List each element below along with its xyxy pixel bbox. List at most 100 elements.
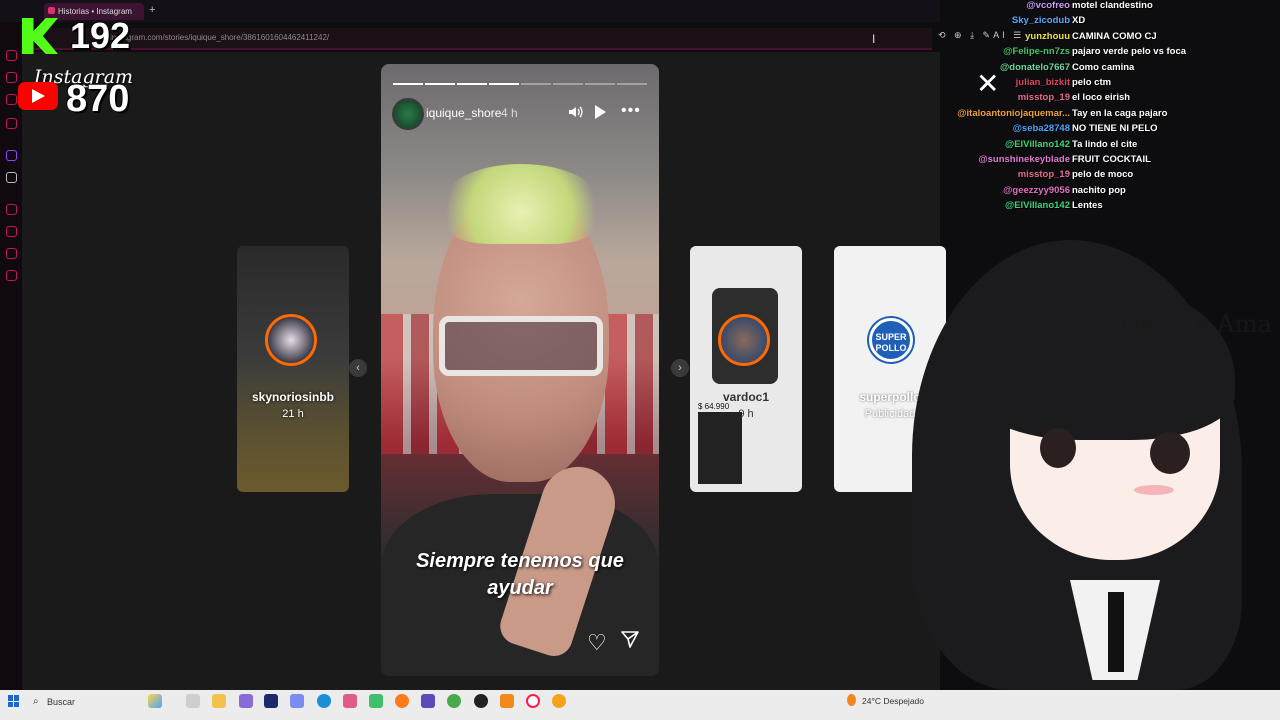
chat-username: misstop_19 xyxy=(1017,169,1070,181)
heart-icon[interactable]: ♡ xyxy=(587,630,607,656)
text-cursor-icon: I xyxy=(872,32,876,46)
chat-text: motel clandestino xyxy=(1072,0,1153,11)
sidebar-twitch-icon[interactable] xyxy=(6,150,17,161)
chat-username: @ElVillano142 xyxy=(1004,200,1070,212)
avatar[interactable] xyxy=(392,98,424,130)
chat-username: @vcofreo xyxy=(1026,0,1070,11)
avatar xyxy=(718,314,770,366)
vegas-icon[interactable] xyxy=(264,694,278,708)
story-progress-segment xyxy=(521,83,551,85)
chrome-icon[interactable] xyxy=(447,694,461,708)
file-explorer-icon[interactable] xyxy=(212,694,226,708)
chat-text: FRUIT COCKTAIL xyxy=(1072,154,1151,165)
vtuber-blush xyxy=(1134,485,1174,495)
story-card-time: 21 h xyxy=(282,408,304,420)
opera-icon[interactable] xyxy=(526,694,540,708)
chat-message: misstop_19 pelo de moco xyxy=(920,169,1280,184)
firefox-icon[interactable] xyxy=(395,694,409,708)
weather-label: 24°C Despejado xyxy=(862,696,924,706)
green-hair xyxy=(441,164,601,244)
product-header xyxy=(696,252,796,272)
youtube-play-icon xyxy=(32,89,45,103)
chat-message: Sky_zicodub XD xyxy=(920,15,1280,30)
story-card-vardoc1[interactable]: vardoc1 $ 64.990 9 h xyxy=(690,246,802,492)
product-list xyxy=(698,412,742,484)
story-username[interactable]: iquique_shore xyxy=(426,106,501,120)
chat-message: misstop_19 el loco eirish xyxy=(920,92,1280,107)
more-options-icon[interactable]: ••• xyxy=(621,102,641,120)
story-progress-segment xyxy=(489,83,519,85)
story-progress-segment xyxy=(553,83,583,85)
chat-message: @vcofreo motel clandestino xyxy=(920,0,1280,15)
chat-text: Ta lindo el cite xyxy=(1072,138,1138,150)
app-icon[interactable] xyxy=(500,694,514,708)
caption-line: Siempre tenemos que xyxy=(416,550,624,572)
sidebar-settings-icon[interactable] xyxy=(6,270,17,281)
obs-icon[interactable] xyxy=(474,694,488,708)
chat-username: @italoantoniojaquemar... xyxy=(957,107,1070,119)
chat-username: Sky_zicodub xyxy=(1011,15,1070,27)
logo-text-super: SUPER xyxy=(875,332,907,342)
chat-text: pelo de moco xyxy=(1072,169,1134,181)
windows-start-icon[interactable] xyxy=(8,695,20,707)
chat-username: julian_bizkit xyxy=(1015,77,1070,88)
chat-text: Lentes xyxy=(1072,200,1103,212)
send-icon[interactable] xyxy=(621,630,639,648)
previous-story-button[interactable]: ‹ xyxy=(349,359,367,377)
story-card-username: skynoriosinbb xyxy=(251,390,334,404)
story-card-skynoriosinbb[interactable]: skynoriosinbb 21 h xyxy=(237,246,349,492)
copilot-icon[interactable] xyxy=(148,694,162,708)
chat-text: XD xyxy=(1072,15,1086,27)
sidebar-app-icon[interactable] xyxy=(6,118,17,129)
sidebar-instagram-icon[interactable] xyxy=(6,50,17,61)
url-text[interactable]: instagram.com/stories/iquique_shore/3861… xyxy=(110,33,329,42)
chat-text: NO TIENE NI PELO xyxy=(1072,123,1158,135)
kick-viewer-count: 192 xyxy=(70,15,131,56)
story-progress-segment xyxy=(393,83,423,85)
chat-text: el loco eirish xyxy=(1072,92,1131,104)
chat-message: @italoantoniojaquemar... Tay en la caga p… xyxy=(920,108,1280,123)
chat-username: @ElVillano142 xyxy=(1004,138,1070,150)
story-progress-segment xyxy=(585,83,615,85)
avatar xyxy=(265,314,317,366)
sidebar-app-icon[interactable] xyxy=(6,226,17,237)
chat-username: @geezzyy9056 xyxy=(1003,184,1070,196)
active-story[interactable]: iquique_shore 4 h ••• Siempre tenemos qu… xyxy=(381,64,659,676)
chat-text: Como camina xyxy=(1072,61,1135,73)
logo-text-pollo: POLLO xyxy=(875,343,907,353)
play-icon[interactable] xyxy=(595,105,606,119)
instagram-favicon-icon xyxy=(48,7,55,14)
app-icon[interactable] xyxy=(369,694,383,708)
vtuber-eye xyxy=(1150,432,1190,474)
volume-icon[interactable] xyxy=(567,104,583,120)
new-tab-button[interactable]: + xyxy=(149,4,155,16)
sidebar-app-icon[interactable] xyxy=(6,204,17,215)
caption-line: ayudar xyxy=(487,577,553,599)
vtuber-eye xyxy=(1040,428,1076,468)
task-view-icon[interactable] xyxy=(186,694,200,708)
sidebar-app-icon[interactable] xyxy=(6,72,17,83)
app-icon[interactable] xyxy=(239,694,253,708)
chat-username: misstop_19 xyxy=(1017,92,1070,104)
app-icon[interactable] xyxy=(552,694,566,708)
chat-text: pajaro verde pelo vs foca xyxy=(1072,46,1187,58)
sidebar-app-icon[interactable] xyxy=(6,94,17,105)
visual-studio-icon[interactable] xyxy=(421,694,435,708)
sunglasses xyxy=(439,316,603,376)
vtuber-tie xyxy=(1108,592,1124,672)
chat-message: julian_bizkit pelo ctm xyxy=(920,77,1280,92)
sidebar-app-icon[interactable] xyxy=(6,248,17,259)
chat-username: yunzhouu xyxy=(1025,30,1070,42)
weather-text[interactable]: 24°C Despejado xyxy=(848,696,924,706)
app-icon[interactable] xyxy=(290,694,304,708)
chat-message: @ElVillano142 Ta lindo el cite xyxy=(920,139,1280,154)
youtube-viewer-count: 870 xyxy=(66,78,130,120)
chat-username: @seba28748 xyxy=(1012,123,1070,135)
app-icon[interactable] xyxy=(343,694,357,708)
edge-icon[interactable] xyxy=(317,694,331,708)
chat-message: yunzhouu CAMINA COMO CJ xyxy=(920,31,1280,46)
chat-text: Tay en la caga pajaro xyxy=(1072,107,1168,119)
next-story-button[interactable]: › xyxy=(671,359,689,377)
sidebar-x-icon[interactable] xyxy=(6,172,17,183)
chat-text: pelo ctm xyxy=(1072,77,1112,88)
